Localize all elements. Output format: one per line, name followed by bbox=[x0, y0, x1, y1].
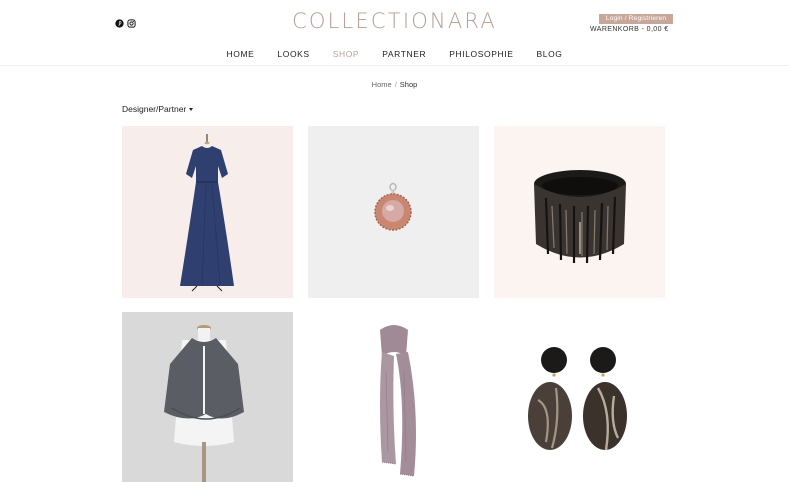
site-header: COLLECTIONARA Login / Registrieren WAREN… bbox=[0, 0, 789, 66]
caret-down-icon bbox=[189, 108, 194, 111]
product-card-dress[interactable] bbox=[122, 126, 293, 298]
nav-item-home[interactable]: HOME bbox=[227, 49, 255, 59]
product-card-bracelet[interactable] bbox=[494, 126, 665, 298]
breadcrumb-current: Shop bbox=[399, 80, 418, 89]
nav-item-blog[interactable]: BLOG bbox=[536, 49, 562, 59]
nav-item-partner[interactable]: PARTNER bbox=[382, 49, 426, 59]
product-image-earrings bbox=[494, 312, 665, 482]
product-image-bracelet bbox=[494, 126, 665, 298]
product-image-dress bbox=[122, 126, 293, 298]
nav-item-looks[interactable]: LOOKS bbox=[277, 49, 309, 59]
nav-item-shop[interactable]: SHOP bbox=[333, 49, 360, 59]
breadcrumb-separator: / bbox=[394, 80, 397, 89]
product-card-pendant[interactable] bbox=[308, 126, 479, 298]
breadcrumb-home-link[interactable]: Home bbox=[372, 80, 392, 89]
main-nav: HOME LOOKS SHOP PARTNER PHILOSOPHIE BLOG bbox=[0, 49, 789, 59]
product-image-cape bbox=[122, 312, 293, 482]
product-image-pendant bbox=[308, 126, 479, 298]
filter-label: Designer/Partner bbox=[122, 104, 187, 114]
product-card-cape[interactable] bbox=[122, 312, 293, 482]
product-card-scarf[interactable] bbox=[308, 312, 479, 482]
nav-item-philosophie[interactable]: PHILOSOPHIE bbox=[449, 49, 513, 59]
designer-filter-dropdown[interactable]: Designer/Partner bbox=[122, 104, 194, 114]
product-image-scarf bbox=[308, 312, 479, 482]
product-card-earrings[interactable] bbox=[494, 312, 665, 482]
cart-link[interactable]: WARENKORB - 0,00 € bbox=[590, 26, 669, 33]
product-grid bbox=[122, 126, 665, 482]
breadcrumb: Home / Shop bbox=[0, 80, 789, 89]
login-register-button[interactable]: Login / Registrieren bbox=[599, 14, 673, 24]
